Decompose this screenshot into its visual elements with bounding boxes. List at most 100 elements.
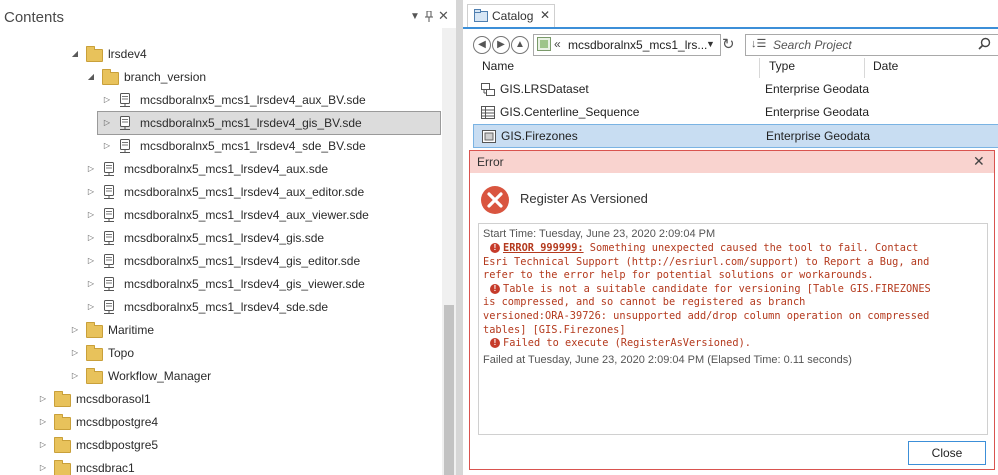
expand-arrow-icon[interactable]: ▷ — [38, 411, 48, 433]
catalog-item-type: Enterprise Geodata — [765, 105, 870, 119]
tree-item-folder[interactable]: ▷ Topo — [0, 342, 440, 364]
error-message-3: ! Failed to execute (RegisterAsVersioned)… — [490, 337, 751, 351]
close-tab-icon[interactable]: ✕ — [540, 8, 550, 22]
tree-item-connection[interactable]: ▷ mcsdboralnx5_mcs1_lrsdev4_gis.sde — [0, 227, 440, 249]
expand-arrow-icon[interactable]: ▷ — [102, 112, 112, 134]
error-text: Something unexpected caused the tool to … — [583, 242, 919, 254]
expand-arrow-icon[interactable]: ▷ — [86, 158, 96, 180]
error-bullet-icon: ! — [490, 338, 500, 349]
catalog-row[interactable]: GIS.Firezones Enterprise Geodata — [473, 124, 998, 148]
column-divider[interactable] — [759, 58, 760, 78]
expand-arrow-icon[interactable]: ▷ — [86, 181, 96, 203]
collapse-arrow-icon[interactable]: ◢ — [70, 43, 80, 65]
tab-catalog[interactable]: Catalog ✕ — [467, 4, 555, 27]
tree-item-connection[interactable]: ▷ mcsdboralnx5_mcs1_lrsdev4_aux_viewer.sd… — [0, 204, 440, 226]
path-prefix: « — [554, 37, 561, 51]
failed-at-text: Failed at Tuesday, June 23, 2020 2:09:04… — [483, 354, 852, 366]
folder-icon — [54, 460, 71, 475]
database-connection-icon — [118, 116, 132, 131]
tree-item-connection[interactable]: ▷ mcsdboralnx5_mcs1_lrsdev4_sde_BV.sde — [0, 135, 440, 157]
error-message-2: ! Table is not a suitable candidate for v… — [490, 283, 931, 297]
expand-arrow-icon[interactable]: ▷ — [38, 388, 48, 410]
up-arrow-icon[interactable]: ▲ — [511, 36, 529, 54]
tree-item-connection[interactable]: ▷ mcsdboralnx5_mcs1_lrsdev4_aux_BV.sde — [0, 89, 440, 111]
expand-arrow-icon[interactable]: ▷ — [86, 273, 96, 295]
contents-scrollbar-thumb[interactable] — [444, 305, 454, 475]
path-text: mcsdboralnx5_mcs1_lrs... — [568, 38, 708, 52]
column-name[interactable]: Name — [482, 59, 514, 73]
tree-item-label: mcsdbpostgre5 — [76, 438, 159, 452]
folder-icon — [86, 46, 103, 62]
database-connection-icon — [118, 93, 132, 108]
error-text: refer to the error help for potential so… — [483, 269, 874, 282]
back-arrow-icon[interactable]: ◀ — [473, 36, 491, 54]
search-input[interactable]: ↓☰ Search Project — [745, 34, 998, 56]
error-text: Esri Technical Support (http://esriurl.c… — [483, 255, 930, 268]
tree-item-label: mcsdborasol1 — [76, 392, 151, 406]
tree-item-label: mcsdbpostgre4 — [76, 415, 159, 429]
contents-header: Contents ▼ ✕ — [0, 0, 456, 34]
collapse-arrow-icon[interactable]: ◢ — [86, 66, 96, 88]
tree-item-connection[interactable]: ▷ mcsdboralnx5_mcs1_lrsdev4_aux_editor.sd… — [0, 181, 440, 203]
pin-icon[interactable] — [425, 10, 433, 25]
tab-underline — [463, 27, 998, 29]
catalog-row[interactable]: GIS.LRSDataset Enterprise Geodata — [473, 78, 998, 100]
expand-arrow-icon[interactable]: ▷ — [38, 434, 48, 456]
expand-arrow-icon[interactable]: ▷ — [86, 250, 96, 272]
column-type[interactable]: Type — [769, 59, 795, 73]
folder-icon — [102, 69, 119, 85]
tree-item-label: mcsdboralnx5_mcs1_lrsdev4_gis_BV.sde — [140, 116, 362, 130]
expand-arrow-icon[interactable]: ▷ — [102, 135, 112, 157]
expand-arrow-icon[interactable]: ▷ — [38, 457, 48, 475]
expand-arrow-icon[interactable]: ▷ — [86, 227, 96, 249]
expand-arrow-icon[interactable]: ▷ — [86, 296, 96, 318]
column-divider[interactable] — [864, 58, 865, 78]
catalog-row[interactable]: GIS.Centerline_Sequence Enterprise Geodat… — [473, 101, 998, 123]
catalog-icon — [474, 9, 488, 25]
error-text: Failed to execute (RegisterAsVersioned). — [503, 337, 751, 350]
catalog-tab-label: Catalog — [492, 9, 534, 23]
close-button[interactable]: Close — [908, 441, 986, 465]
tree-item-label: mcsdboralnx5_mcs1_lrsdev4_gis_viewer.sde — [124, 277, 365, 291]
contents-title: Contents — [4, 9, 65, 26]
expand-arrow-icon[interactable]: ▷ — [70, 342, 80, 364]
expand-arrow-icon[interactable]: ▷ — [70, 319, 80, 341]
close-icon[interactable]: ✕ — [973, 153, 985, 170]
tree-item-connection[interactable]: ▷ mcsdboralnx5_mcs1_lrsdev4_gis_BV.sde — [97, 111, 441, 135]
pane-menu-icon[interactable]: ▼ — [410, 11, 420, 22]
search-icon[interactable] — [978, 37, 991, 53]
refresh-icon[interactable]: ↻ — [722, 35, 735, 53]
tree-item-folder[interactable]: ▷ mcsdborasol1 — [0, 388, 440, 410]
tree-item-folder[interactable]: ▷ Workflow_Manager — [0, 365, 440, 387]
tree-item-folder[interactable]: ◢ branch_version — [0, 66, 440, 88]
tree-item-folder[interactable]: ▷ mcsdbpostgre4 — [0, 411, 440, 433]
sort-icon[interactable]: ↓☰ — [751, 37, 766, 50]
tree-item-connection[interactable]: ▷ mcsdboralnx5_mcs1_lrsdev4_sde.sde — [0, 296, 440, 318]
pane-splitter[interactable] — [456, 0, 463, 475]
error-message-1: ! ERROR 999999: Something unexpected caus… — [490, 242, 918, 256]
tree-item-folder[interactable]: ▷ mcsdbpostgre5 — [0, 434, 440, 456]
dialog-title: Error — [477, 155, 504, 169]
path-dropdown[interactable]: « mcsdboralnx5_mcs1_lrs... ▼ — [533, 34, 721, 56]
database-connection-icon — [102, 208, 116, 223]
tree-item-connection[interactable]: ▷ mcsdboralnx5_mcs1_lrsdev4_gis_editor.sd… — [0, 250, 440, 272]
close-pane-icon[interactable]: ✕ — [438, 8, 449, 24]
tree-item-connection[interactable]: ▷ mcsdboralnx5_mcs1_lrsdev4_gis_viewer.sd… — [0, 273, 440, 295]
folder-icon — [86, 345, 103, 361]
expand-arrow-icon[interactable]: ▷ — [102, 89, 112, 111]
chevron-down-icon[interactable]: ▼ — [706, 39, 715, 49]
start-time-text: Start Time: Tuesday, June 23, 2020 2:09:… — [483, 228, 716, 240]
expand-arrow-icon[interactable]: ▷ — [70, 365, 80, 387]
search-placeholder: Search Project — [773, 38, 852, 52]
tree-item-folder[interactable]: ◢ lrsdev4 — [0, 43, 440, 65]
error-dialog: Error ✕ Register As Versioned Start Time… — [469, 150, 995, 470]
tree-item-folder[interactable]: ▷ Maritime — [0, 319, 440, 341]
tree-item-connection[interactable]: ▷ mcsdboralnx5_mcs1_lrsdev4_aux.sde — [0, 158, 440, 180]
forward-arrow-icon[interactable]: ▶ — [492, 36, 510, 54]
error-text: Table is not a suitable candidate for ve… — [503, 282, 931, 295]
column-date[interactable]: Date — [873, 59, 898, 73]
error-code-link[interactable]: ERROR 999999: — [503, 242, 584, 254]
expand-arrow-icon[interactable]: ▷ — [86, 204, 96, 226]
tree-item-folder[interactable]: ▷ mcsdbrac1 — [0, 457, 440, 475]
folder-icon — [86, 368, 103, 384]
